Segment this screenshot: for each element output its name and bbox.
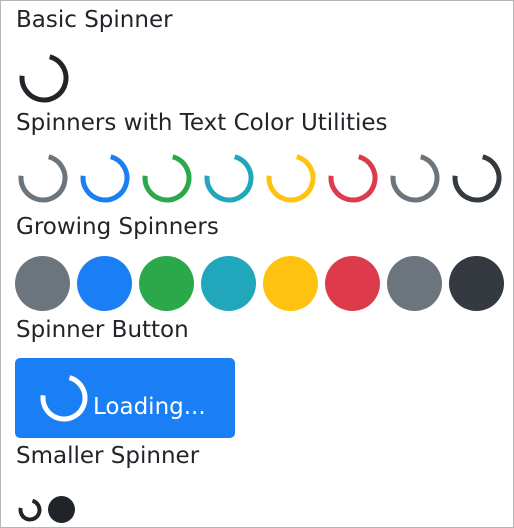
- button-spinner-icon: [40, 374, 88, 422]
- spinner-dark-icon: [452, 153, 502, 203]
- heading-basic-spinner: Basic Spinner: [16, 7, 173, 33]
- heading-growing-spinners: Growing Spinners: [16, 214, 219, 240]
- spinner-success-icon: [142, 153, 192, 203]
- growing-spinners-row: [15, 256, 504, 311]
- small-spinners-row: [18, 496, 75, 523]
- spinner-secondary-icon: [18, 153, 68, 203]
- grow-spinner-danger-icon: [325, 256, 380, 311]
- spinner-info-icon: [204, 153, 254, 203]
- grow-spinner-primary-icon: [77, 256, 132, 311]
- heading-spinner-button: Spinner Button: [16, 317, 189, 343]
- loading-button-label: Loading...: [93, 394, 206, 420]
- spinner-warning-icon: [266, 153, 316, 203]
- color-spinners-row: [18, 153, 502, 203]
- small-spinner-icon: [18, 497, 42, 521]
- spinner-danger-icon: [328, 153, 378, 203]
- small-grow-spinner-icon: [48, 496, 75, 523]
- heading-color-spinners: Spinners with Text Color Utilities: [16, 110, 388, 136]
- grow-spinner-secondary-icon: [15, 256, 70, 311]
- basic-spinner-row: [19, 53, 81, 103]
- loading-button[interactable]: Loading...: [15, 358, 235, 438]
- spinner-secondary-2-icon: [390, 153, 440, 203]
- heading-smaller-spinner: Smaller Spinner: [16, 443, 200, 469]
- grow-spinner-info-icon: [201, 256, 256, 311]
- spinner-primary-icon: [80, 153, 130, 203]
- grow-spinner-secondary-2-icon: [387, 256, 442, 311]
- spinner-icon: [19, 53, 69, 103]
- grow-spinner-warning-icon: [263, 256, 318, 311]
- grow-spinner-success-icon: [139, 256, 194, 311]
- grow-spinner-dark-icon: [449, 256, 504, 311]
